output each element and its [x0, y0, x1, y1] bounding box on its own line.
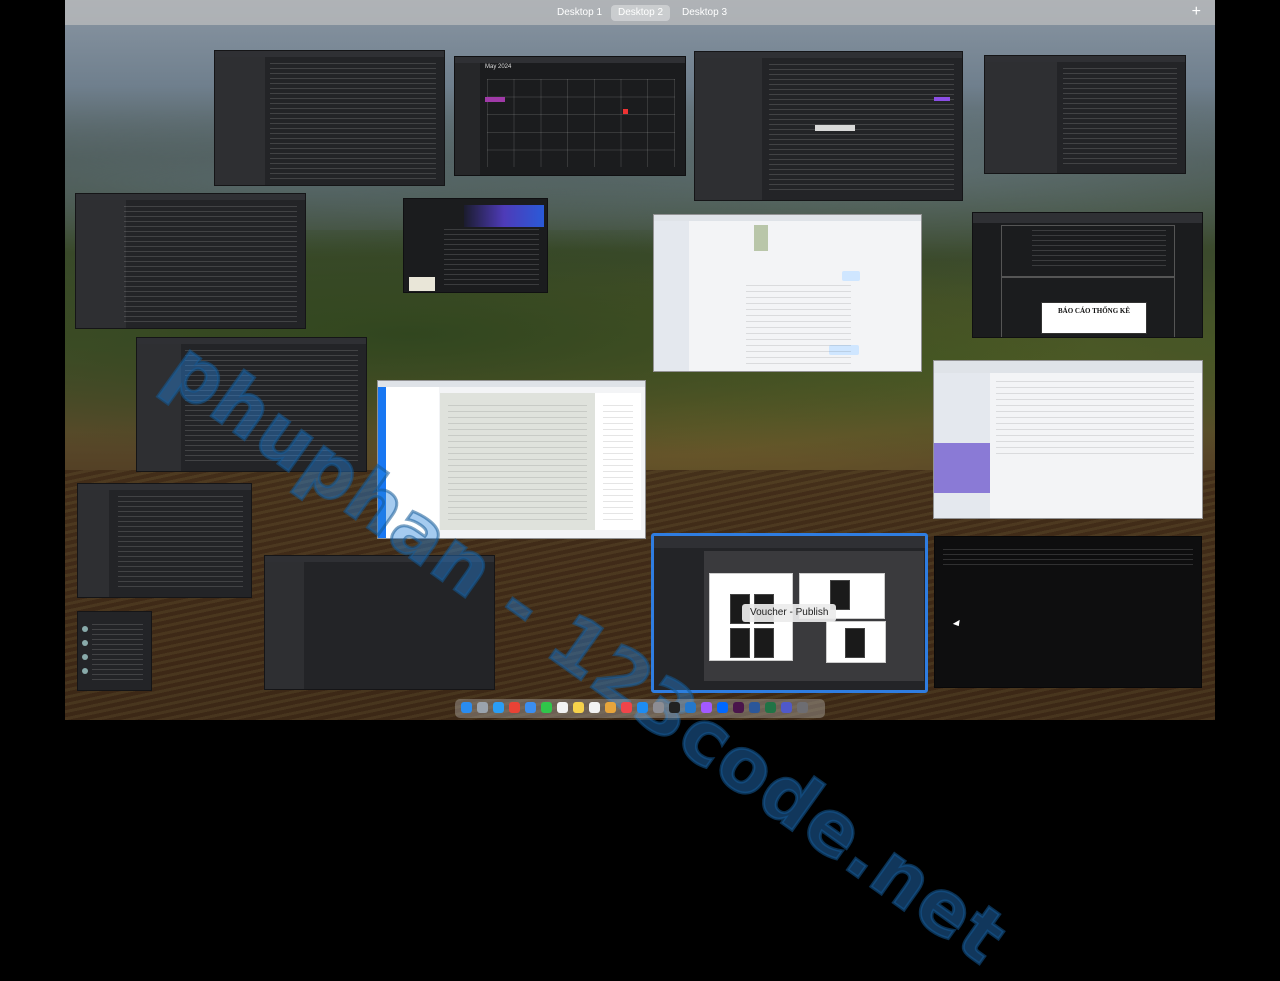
- editor-sidebar: [265, 562, 304, 689]
- avatar: [82, 654, 88, 660]
- calendar-grid: [487, 79, 675, 167]
- calendar-icon[interactable]: [557, 702, 568, 713]
- launchpad-icon[interactable]: [477, 702, 488, 713]
- window-zalo-chat[interactable]: [653, 214, 922, 372]
- zalo-conversation-list: [654, 221, 689, 371]
- photos-icon[interactable]: [605, 702, 616, 713]
- desktop-3-tab[interactable]: Desktop 3: [675, 5, 734, 21]
- browser-tabs: [934, 361, 1202, 373]
- chat-list: [695, 58, 762, 200]
- window-titlebar: [654, 215, 921, 221]
- chat-bubble-sent: [934, 97, 950, 101]
- voucher-phone-preview: [730, 628, 750, 658]
- chrome-icon[interactable]: [509, 702, 520, 713]
- window-sidebar: [215, 57, 266, 185]
- word-ribbon: [973, 213, 1202, 223]
- group-info: [603, 405, 633, 524]
- window-code-editor[interactable]: [984, 55, 1186, 174]
- editor-code: [1063, 68, 1177, 167]
- voucher-phone-preview: [845, 628, 865, 658]
- messages-icon[interactable]: [541, 702, 552, 713]
- app-content: [444, 229, 539, 286]
- window-terminal[interactable]: [934, 536, 1202, 688]
- finder-sidebar: [76, 200, 127, 328]
- calendar-event: [485, 97, 505, 102]
- notes-icon[interactable]: [573, 702, 584, 713]
- window-browser-admin[interactable]: [933, 360, 1203, 519]
- chat-panel: [440, 393, 595, 530]
- app-banner: [464, 205, 544, 227]
- terminal-output: [943, 549, 1193, 567]
- safari-icon[interactable]: [493, 702, 504, 713]
- settings-sidebar: [78, 490, 110, 597]
- avatar: [82, 640, 88, 646]
- window-titlebar: [654, 536, 925, 548]
- chat-list: [92, 624, 143, 684]
- window-music-app[interactable]: [403, 198, 548, 293]
- settings-icon[interactable]: [653, 702, 664, 713]
- chat-messages: [448, 405, 587, 524]
- window-chat-list-small[interactable]: [77, 611, 152, 691]
- window-file-browser[interactable]: [75, 193, 306, 329]
- mail-icon[interactable]: [525, 702, 536, 713]
- music-icon[interactable]: [621, 702, 632, 713]
- desktop-1-tab[interactable]: Desktop 1: [550, 5, 609, 21]
- word-icon[interactable]: [749, 702, 760, 713]
- desktop-2-tab[interactable]: Desktop 2: [611, 5, 671, 21]
- excel-icon[interactable]: [765, 702, 776, 713]
- voucher-phone-preview: [754, 628, 774, 658]
- app-store-icon[interactable]: [637, 702, 648, 713]
- slack-icon[interactable]: [733, 702, 744, 713]
- window-content: [270, 63, 436, 179]
- window-messenger[interactable]: [694, 51, 963, 201]
- calendar-sidebar: [455, 63, 481, 175]
- sidebar-highlight: [934, 443, 991, 493]
- vscode-icon[interactable]: [685, 702, 696, 713]
- window-settings[interactable]: [77, 483, 252, 598]
- data-table: [996, 381, 1194, 458]
- window-editor-top-left[interactable]: [214, 50, 445, 186]
- album-cover: [409, 277, 435, 291]
- chat-messages: [746, 285, 851, 365]
- figma-icon[interactable]: [701, 702, 712, 713]
- report-heading-box: BÁO CÁO THỐNG KÊ: [1041, 302, 1147, 334]
- window-title-tooltip: Voucher - Publish: [742, 604, 837, 622]
- avatar: [82, 668, 88, 674]
- chat-bubble-sent: [842, 271, 860, 281]
- chat-image: [754, 225, 768, 251]
- settings-content: [118, 496, 243, 591]
- voucher-artboard: [826, 621, 886, 663]
- chat-messages: [769, 64, 954, 194]
- trash-icon[interactable]: [797, 702, 808, 713]
- mission-control-bar: Desktop 1 Desktop 2 Desktop 3 +: [65, 0, 1215, 25]
- document-text: [1032, 230, 1166, 270]
- finder-icon[interactable]: [461, 702, 472, 713]
- calendar-month-label: May 2024: [485, 64, 512, 70]
- avatar: [82, 626, 88, 632]
- group-info-panel: [595, 393, 641, 530]
- dock: [455, 699, 825, 718]
- editor-sidebar: [985, 62, 1057, 173]
- reminders-icon[interactable]: [589, 702, 600, 713]
- teams-icon[interactable]: [781, 702, 792, 713]
- document-page: [1001, 225, 1175, 277]
- finder-file-list: [124, 206, 297, 322]
- zalo-icon[interactable]: [717, 702, 728, 713]
- chat-input: [815, 125, 855, 131]
- terminal-icon[interactable]: [669, 702, 680, 713]
- window-calendar[interactable]: May 2024: [454, 56, 686, 176]
- calendar-today-marker: [623, 109, 628, 114]
- add-desktop-icon[interactable]: +: [1192, 3, 1201, 21]
- admin-sidebar: [934, 373, 991, 518]
- window-titlebar: [455, 57, 685, 63]
